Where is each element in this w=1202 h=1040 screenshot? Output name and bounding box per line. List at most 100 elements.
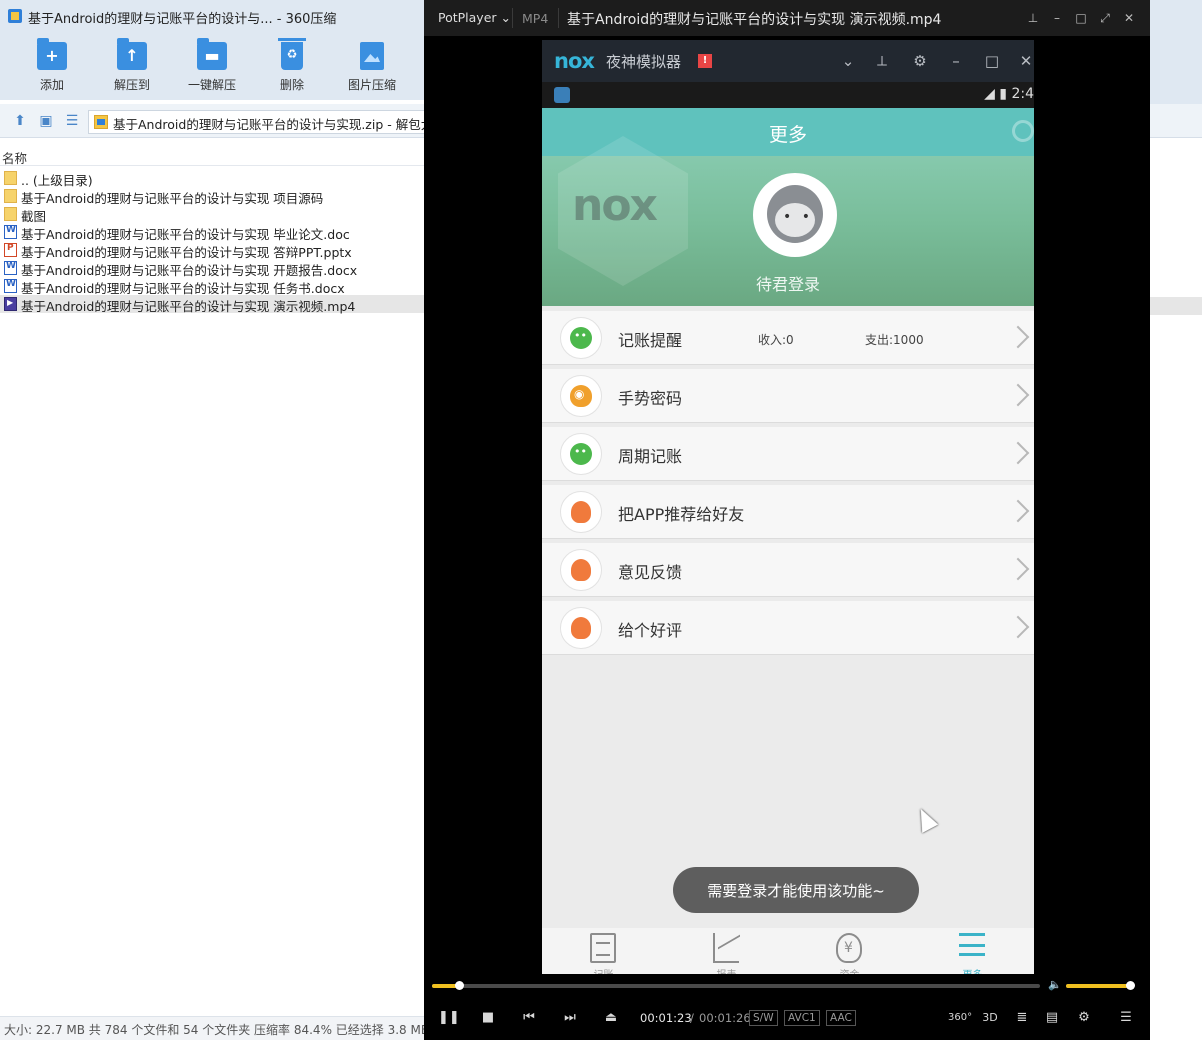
volume-level (1066, 984, 1131, 988)
file-row[interactable]: 基于Android的理财与记账平台的设计与实现 开题报告.docx (0, 259, 424, 278)
one-click-extract-icon: ▬ (197, 38, 227, 70)
potplayer-menu-button[interactable]: PotPlayer ⌄ (438, 10, 511, 25)
zoom-list-icon[interactable]: ≣ (1012, 1008, 1032, 1028)
tab-1[interactable]: 报表 (665, 928, 788, 974)
menu-item[interactable]: 记账提醒 收入:0 支出:1000 (542, 311, 1034, 365)
video-area[interactable]: nox 夜神模拟器 ! ⌄ ⟂ ⚙ – □ ✕ ◢ ▮ 2:4 更多 待君登录 … (424, 36, 1150, 974)
vr-360-button[interactable]: 360° (948, 1008, 972, 1028)
seek-bar[interactable] (432, 981, 1040, 990)
qq-icon (560, 491, 602, 533)
previous-icon[interactable]: ⏮ (519, 1008, 539, 1028)
chevron-right-icon (1012, 383, 1026, 405)
add-button-label: 添加 (39, 78, 64, 92)
audio-codec-tag[interactable]: AAC (826, 1010, 856, 1026)
format-label: MP4 (522, 11, 549, 26)
file-row[interactable]: 基于Android的理财与记账平台的设计与实现 毕业论文.doc (0, 223, 424, 242)
toast-text: 需要登录才能使用该功能~ (707, 882, 885, 900)
status-time: 2:4 (1011, 86, 1034, 102)
file-row[interactable]: 基于Android的理财与记账平台的设计与实现 项目源码 (0, 187, 424, 206)
decoder-tag[interactable]: S/W (749, 1010, 778, 1026)
income-text: 收入:0 (758, 333, 794, 347)
avatar[interactable] (753, 173, 837, 257)
menu-item[interactable]: 把APP推荐给好友 (542, 485, 1034, 539)
wechat-icon (560, 317, 602, 359)
file-list: .. (上级目录)基于Android的理财与记账平台的设计与实现 项目源码截图基… (0, 169, 1202, 314)
image-compress-button[interactable]: 图片压缩 (342, 40, 402, 98)
menu-item[interactable]: 给个好评 (542, 601, 1034, 655)
chevron-right-icon (1012, 615, 1026, 637)
current-time: 00:01:23 (640, 1011, 692, 1025)
menu-item-label: 给个好评 (618, 621, 683, 640)
zip-status-bar: 大小: 22.7 MB 共 784 个文件和 54 个文件夹 压缩率 84.4%… (0, 1016, 430, 1040)
volume-bar[interactable] (1066, 981, 1136, 990)
column-name-label: 名称 (2, 151, 28, 166)
one-click-extract-button[interactable]: ▬ 一键解压 (182, 38, 242, 98)
qq-icon (560, 549, 602, 591)
menu-item-label: 把APP推荐给好友 (618, 505, 745, 524)
settings-menu: 记账提醒 收入:0 支出:1000 手势密码周期记账把APP推荐给好友意见反馈给个好评 (542, 311, 1034, 659)
delete-label: 删除 (279, 78, 304, 92)
ppt-file-icon (4, 243, 17, 257)
maximize-icon[interactable]: □ (1072, 9, 1090, 27)
extract-to-button[interactable]: ↑ 解压到 (102, 38, 162, 98)
close-icon[interactable]: ✕ (1120, 9, 1138, 27)
file-row[interactable]: 截图 (0, 205, 424, 224)
wechat-icon (560, 433, 602, 475)
thumbnail-view-icon[interactable]: ▣ (38, 113, 54, 129)
tab-label: 资金 (788, 966, 911, 974)
up-arrow-icon[interactable]: ⬆ (12, 113, 28, 129)
3d-button[interactable]: 3D (980, 1008, 1000, 1028)
volume-handle[interactable] (1126, 981, 1136, 990)
minimize-icon[interactable]: – (1048, 9, 1066, 27)
maximize-icon: □ (984, 52, 1000, 70)
next-icon[interactable]: ⏭ (560, 1008, 580, 1028)
stop-icon[interactable]: ■ (478, 1008, 498, 1028)
file-row[interactable]: 基于Android的理财与记账平台的设计与实现 任务书.docx (0, 277, 424, 296)
chevron-down-icon: ⌄ (500, 10, 512, 25)
add-icon: + (37, 38, 67, 70)
add-button[interactable]: + 添加 (22, 38, 82, 98)
time-separator: / (690, 1011, 694, 1025)
android-status-bar: ◢ ▮ 2:4 (542, 82, 1034, 108)
file-row[interactable]: 基于Android的理财与记账平台的设计与实现 答辩PPT.pptx (0, 241, 424, 260)
pause-icon[interactable]: ❚❚ (438, 1008, 460, 1028)
zip-file-icon (94, 115, 108, 129)
zip-window-title: 基于Android的理财与记账平台的设计与... - 360压缩 (28, 12, 337, 27)
zip-window-right-strip (1150, 0, 1202, 1040)
gear-icon[interactable]: ⚙ (1074, 1008, 1094, 1028)
list-view-icon[interactable]: ☰ (64, 113, 80, 129)
seek-handle[interactable] (455, 981, 465, 990)
tab-3[interactable]: 更多 (911, 928, 1034, 974)
folder-icon (4, 189, 17, 203)
money-bag-icon (836, 933, 862, 963)
tab-2[interactable]: 资金 (788, 928, 911, 974)
file-row[interactable]: .. (上级目录) (0, 169, 424, 188)
volume-icon[interactable]: 🔈 (1048, 978, 1062, 992)
wifi-icon: ◢ (984, 86, 995, 102)
status-right: ◢ ▮ 2:4 (984, 86, 1034, 102)
weibo-icon (560, 375, 602, 417)
one-click-extract-label: 一键解压 (187, 78, 236, 92)
subtitle-icon[interactable]: ▤ (1042, 1008, 1062, 1028)
folder-icon (4, 207, 17, 221)
chart-icon (713, 933, 739, 963)
nox-logo: nox (554, 49, 595, 73)
close-icon: ✕ (1019, 52, 1033, 70)
pin-icon[interactable]: ⊥ (1024, 9, 1042, 27)
menu-item[interactable]: 意见反馈 (542, 543, 1034, 597)
settings-icon (1012, 120, 1034, 142)
menu-item[interactable]: 周期记账 (542, 427, 1034, 481)
address-text: 基于Android的理财与记账平台的设计与实现.zip - 解包大小 (113, 117, 446, 132)
zip-app-icon (8, 9, 22, 23)
doc-file-icon (4, 279, 17, 293)
eject-icon[interactable]: ⏏ (601, 1008, 621, 1028)
menu-icon[interactable]: ☰ (1116, 1008, 1136, 1028)
chevron-right-icon (1012, 499, 1026, 521)
video-codec-tag[interactable]: AVC1 (784, 1010, 820, 1026)
delete-button[interactable]: ♻ 删除 (262, 38, 322, 98)
menu-item[interactable]: 手势密码 (542, 369, 1034, 423)
tab-0[interactable]: 记账 (542, 928, 665, 974)
tab-label: 报表 (665, 966, 788, 974)
fullscreen-icon[interactable]: ⤢ (1096, 9, 1114, 27)
player-title-bar[interactable]: PotPlayer ⌄ MP4 基于Android的理财与记账平台的设计与实现 … (424, 0, 1150, 36)
